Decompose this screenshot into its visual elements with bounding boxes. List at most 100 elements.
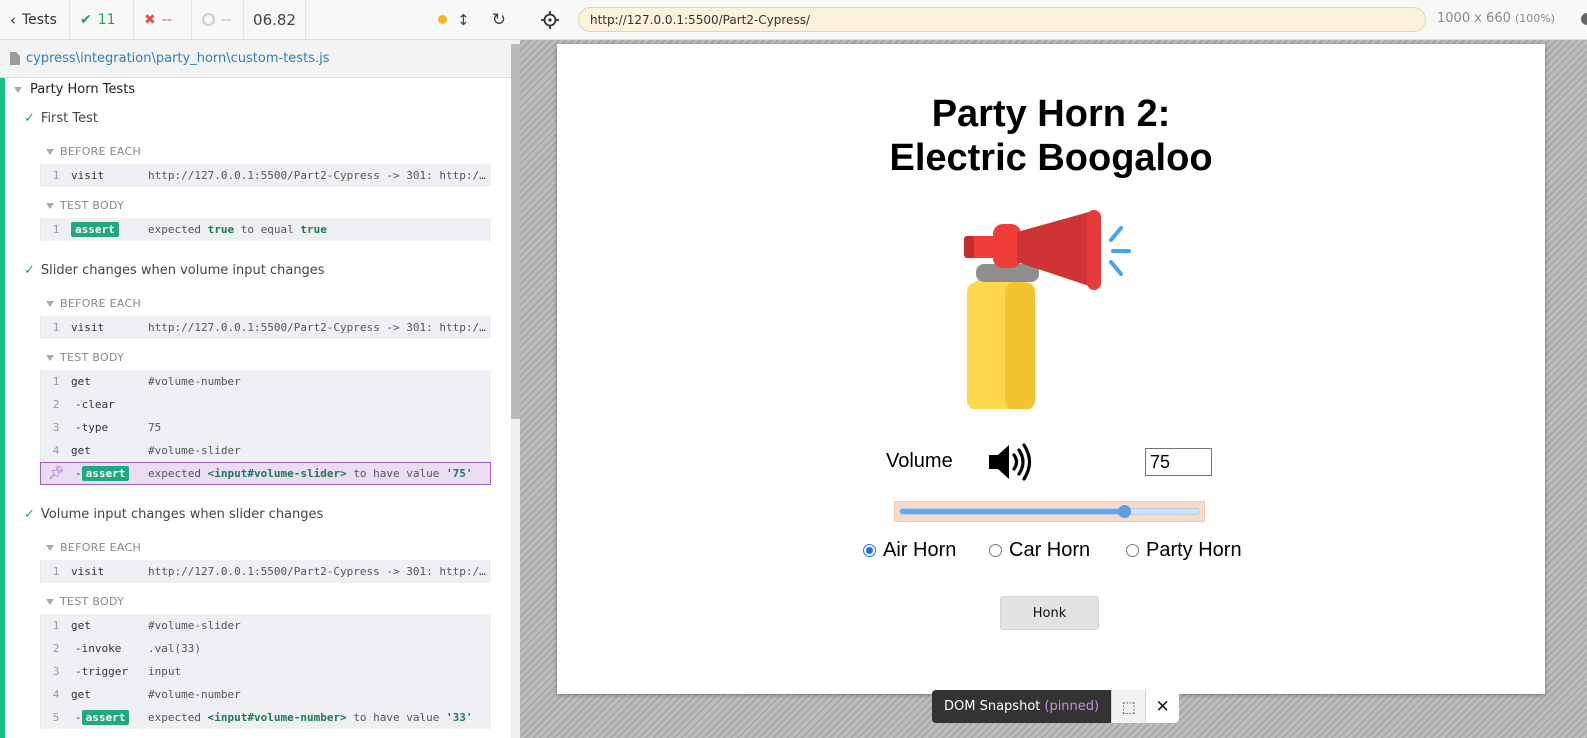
suite-title[interactable]: Party Horn Tests [14,82,135,97]
rerun-icon[interactable]: ↻ [492,10,506,30]
assert-badge: assert [81,466,130,481]
dom-snapshot-controls: DOM Snapshot (pinned) ⬚ ✕ [932,690,1180,723]
pending-icon [202,13,215,26]
volume-slider-track[interactable] [899,505,1200,518]
command-row[interactable]: 1 visit http://127.0.0.1:5500/Part2-Cypr… [40,560,491,583]
hook-test-body[interactable]: TEST BODY [46,351,124,364]
suite-status-bar [0,78,5,738]
check-icon: ✓ [24,111,35,126]
command-row[interactable]: 1 get #volume-slider [40,614,491,637]
assert-actual: <input#volume-number> [207,711,347,724]
command-row[interactable]: 3 -type 75 [40,416,491,439]
assert-actual: true [207,223,235,236]
collapse-triangle-icon [46,300,54,307]
test-title[interactable]: ✓ Slider changes when volume input chang… [24,263,325,278]
test-title[interactable]: ✓ First Test [24,111,98,126]
radio-button[interactable] [1126,544,1139,557]
auto-scroll-indicator-icon[interactable] [438,15,448,24]
command-row[interactable]: 4 get #volume-slider [40,439,491,462]
command-row-pinned-assert[interactable]: 📌︎ - assert expected <input#volume-slider… [40,462,491,485]
command-message: expected true to equal true [148,223,488,236]
volume-slider-thumb[interactable] [1118,505,1131,518]
assert-badge: assert [71,222,119,237]
command-row[interactable]: 1 get #volume-number [40,370,491,393]
radio-air-horn[interactable]: Air Horn [863,539,956,562]
command-message: 75 [148,421,162,434]
command-name: get [71,688,91,701]
snapshot-title: DOM Snapshot [944,699,1041,714]
hook-label: TEST BODY [60,199,125,212]
command-row[interactable]: 3 -trigger input [40,660,491,683]
honk-button[interactable]: Honk [1000,596,1099,630]
pin-icon[interactable]: 📌︎ [41,466,71,481]
hook-before-each[interactable]: BEFORE EACH [46,541,141,554]
back-to-tests-button[interactable]: ‹ Tests [0,0,70,40]
command-message: http://127.0.0.1:5500/Part2-Cypress -> 3… [148,565,488,578]
selector-playground-icon[interactable] [540,10,560,30]
assert-value: true [300,223,327,236]
assert-matcher: to equal [240,223,294,236]
command-name: -invoke [75,642,122,655]
command-row-assert[interactable]: 1 assert expected true to equal true [40,218,491,241]
command-name: visit [71,321,105,334]
cross-icon: ✖ [144,11,156,28]
highlight-toggle-button[interactable]: ⬚ [1111,690,1146,723]
command-row[interactable]: 4 get #volume-number [40,683,491,706]
command-message: input [148,665,182,678]
command-row[interactable]: 1 visit http://127.0.0.1:5500/Part2-Cypr… [40,316,491,339]
volume-number-input[interactable] [1145,448,1212,476]
stats-spacer [306,0,438,40]
controls: ↕ ↻ [438,0,520,40]
command-row[interactable]: 2 -invoke .val(33) [40,637,491,660]
radio-button[interactable] [989,544,1002,557]
test-title-text: First Test [40,111,98,126]
url-text: http://127.0.0.1:5500/Part2-Cypress/ [590,12,810,27]
command-name: get [71,444,91,457]
aut-header: http://127.0.0.1:5500/Part2-Cypress/ 100… [520,0,1587,40]
assert-actual: <input#volume-slider> [207,467,347,480]
reporter-scrollbar-thumb[interactable] [511,44,520,419]
test-title[interactable]: ✓ Volume input changes when slider chang… [24,507,323,522]
dom-snapshot-label: DOM Snapshot (pinned) [932,690,1112,723]
tests-label: Tests [22,11,57,28]
passed-count[interactable]: ✔ 11 [70,0,134,40]
command-message: #volume-number [148,688,241,701]
hook-label: BEFORE EACH [60,145,142,158]
url-bar[interactable]: http://127.0.0.1:5500/Part2-Cypress/ [578,7,1426,32]
info-icon[interactable] [1581,13,1587,25]
command-row-assert[interactable]: 5 - assert expected <input#volume-number>… [40,706,491,729]
viewport-info[interactable]: 1000 x 660 (100%) [1437,11,1555,26]
command-name: get [71,619,91,632]
command-number: 1 [52,565,60,578]
hook-before-each[interactable]: BEFORE EACH [46,145,141,158]
command-name: -trigger [75,665,128,678]
command-row[interactable]: 1 visit http://127.0.0.1:5500/Part2-Cypr… [40,164,491,187]
pending-count[interactable]: -- [192,0,244,40]
radio-party-horn[interactable]: Party Horn [1126,539,1242,562]
unpin-snapshot-button[interactable]: ✕ [1145,690,1180,723]
resize-vertical-icon[interactable]: ↕ [457,11,470,29]
failed-count[interactable]: ✖ -- [134,0,192,40]
hook-label: TEST BODY [60,595,125,608]
radio-button-checked[interactable] [863,544,876,557]
command-name: -clear [75,398,115,411]
check-icon: ✓ [24,507,35,522]
spec-file-link[interactable]: cypress\integration\party_horn\custom-te… [26,51,329,66]
page-title-line2: Electric Boogaloo [889,137,1213,179]
assert-value: '33' [446,711,473,724]
command-name: visit [71,169,105,182]
collapse-triangle-icon [14,86,22,93]
radio-label: Air Horn [883,539,957,561]
suite-title-text: Party Horn Tests [30,82,136,97]
hook-before-each[interactable]: BEFORE EACH [46,297,141,310]
command-row[interactable]: 2 -clear [40,393,491,416]
volume-slider[interactable] [894,501,1205,522]
failed-value: -- [161,11,172,28]
command-number: 2 [52,398,60,411]
hook-test-body[interactable]: TEST BODY [46,199,124,212]
hook-test-body[interactable]: TEST BODY [46,595,124,608]
assert-expected: expected [148,467,201,480]
aut-iframe: Party Horn 2: Electric Boogaloo Volume 7… [557,44,1545,694]
radio-car-horn[interactable]: Car Horn [989,539,1090,562]
command-name: - assert [71,710,148,725]
